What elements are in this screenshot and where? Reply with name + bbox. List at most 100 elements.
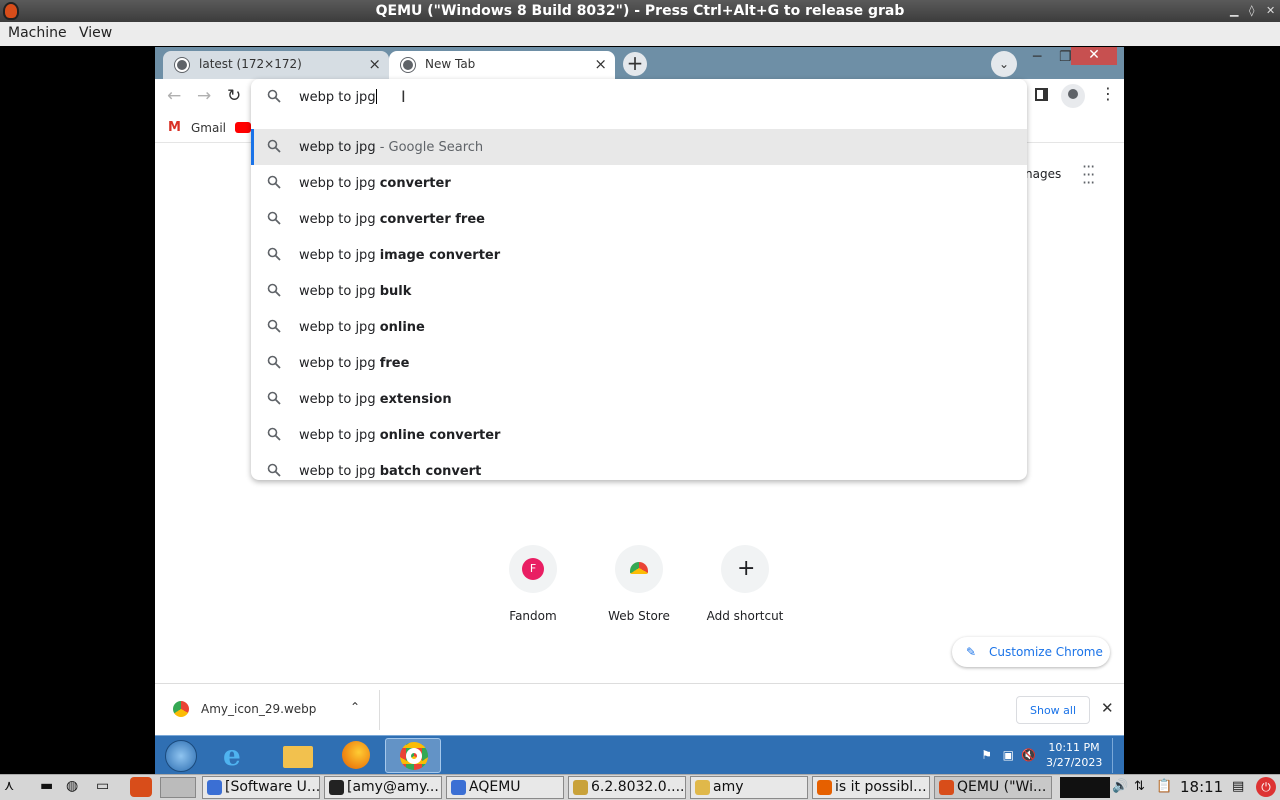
start-orb-icon[interactable] xyxy=(165,740,197,772)
plus-icon: + xyxy=(737,556,756,581)
globe-icon xyxy=(175,58,189,72)
lock-icon[interactable]: ▤ xyxy=(1232,779,1244,794)
omnibox-suggestion[interactable]: webp to jpg - Google Search xyxy=(251,129,1027,165)
back-icon[interactable]: ← xyxy=(167,86,181,106)
suggestion-text: webp to jpg image converter xyxy=(299,248,500,263)
suggestion-query: webp to jpg xyxy=(299,284,380,299)
reload-icon[interactable]: ↻ xyxy=(227,86,241,106)
omnibox-suggestion[interactable]: webp to jpg batch convert xyxy=(251,453,1027,489)
omnibox-suggestion[interactable]: webp to jpg image converter xyxy=(251,237,1027,273)
tab-latest[interactable]: latest (172×172) × xyxy=(163,51,389,79)
download-shelf: Amy_icon_29.webp ⌃ Show all ✕ xyxy=(155,683,1124,735)
suggestion-completion: free xyxy=(379,356,410,371)
window-restore-icon[interactable]: ❐ xyxy=(1059,49,1072,65)
clipboard-icon[interactable]: 📋 xyxy=(1156,779,1172,794)
suggestion-text: webp to jpg converter free xyxy=(299,212,485,227)
task-app-icon xyxy=(207,780,222,795)
omnibox-suggestion[interactable]: webp to jpg bulk xyxy=(251,273,1027,309)
close-tab-icon[interactable]: × xyxy=(368,55,381,73)
chrome-taskbar-button[interactable] xyxy=(385,738,441,773)
host-task-button[interactable]: amy xyxy=(690,776,808,799)
window-close-button[interactable]: ✕ xyxy=(1071,47,1117,65)
bookmark-gmail[interactable]: Gmail xyxy=(191,121,226,135)
shortcut-add[interactable]: + Add shortcut xyxy=(700,545,790,623)
file-manager-icon[interactable]: ▭ xyxy=(96,778,109,794)
customize-label: Customize Chrome xyxy=(989,645,1103,659)
menu-machine[interactable]: Machine xyxy=(8,25,67,41)
show-all-button[interactable]: Show all xyxy=(1016,696,1090,724)
volume-icon[interactable]: 🔊 xyxy=(1112,779,1128,794)
host-task-button[interactable]: [amy@amy... xyxy=(324,776,442,799)
suggestion-text: webp to jpg batch convert xyxy=(299,464,481,479)
restore-icon[interactable]: ◊ xyxy=(1249,0,1254,22)
launcher-icon[interactable]: ⋏ xyxy=(4,778,14,794)
globe-icon xyxy=(401,58,415,72)
guest-clock[interactable]: 10:11 PM 3/27/2023 xyxy=(1046,741,1102,769)
images-link[interactable]: nages xyxy=(1025,167,1061,181)
host-task-button[interactable]: AQEMU xyxy=(446,776,564,799)
address-input-value[interactable]: webp to jpg xyxy=(299,90,376,105)
new-tab-button[interactable]: + xyxy=(623,52,647,76)
suggestion-query: webp to jpg xyxy=(299,248,380,263)
ie-taskbar-button[interactable]: e xyxy=(209,738,265,773)
youtube-icon[interactable] xyxy=(235,122,251,133)
close-tab-icon[interactable]: × xyxy=(594,55,607,73)
ie-icon: e xyxy=(223,739,241,772)
shortcut-fandom[interactable]: F Fandom xyxy=(488,545,578,623)
host-task-button[interactable]: [Software U... xyxy=(202,776,320,799)
workspace-switcher[interactable] xyxy=(160,777,196,798)
download-filename[interactable]: Amy_icon_29.webp xyxy=(201,702,316,716)
window-minimize-icon[interactable]: ─ xyxy=(1033,49,1041,65)
shortcut-label: Web Store xyxy=(608,609,670,623)
network-icon[interactable]: ◍ xyxy=(66,778,78,794)
cpu-graph xyxy=(1060,777,1110,798)
minimize-all-icon[interactable]: ▬ xyxy=(40,778,53,794)
firefox-taskbar-button[interactable] xyxy=(327,738,383,773)
volume-muted-icon[interactable]: 🔇 xyxy=(1021,748,1036,762)
chevron-up-icon[interactable]: ⌃ xyxy=(350,700,360,714)
omnibox-suggestion[interactable]: webp to jpg online xyxy=(251,309,1027,345)
omnibox-suggestion[interactable]: webp to jpg converter free xyxy=(251,201,1027,237)
power-icon[interactable]: ⏻ xyxy=(1256,777,1276,797)
omnibox-suggestion[interactable]: webp to jpg converter xyxy=(251,165,1027,201)
search-icon xyxy=(267,139,281,157)
address-bar[interactable]: webp to jpg I xyxy=(251,79,1027,113)
chrome-icon xyxy=(400,742,428,770)
show-desktop-button[interactable] xyxy=(1112,738,1122,773)
host-task-button[interactable]: 6.2.8032.0.... xyxy=(568,776,686,799)
menu-kebab-icon[interactable]: ⋮ xyxy=(1100,84,1116,103)
flag-icon[interactable]: ⚑ xyxy=(981,748,992,762)
close-shelf-icon[interactable]: ✕ xyxy=(1101,699,1114,717)
omnibox-suggestion[interactable]: webp to jpg online converter xyxy=(251,417,1027,453)
close-icon[interactable]: ✕ xyxy=(1266,0,1275,22)
suggestion-query: webp to jpg xyxy=(299,392,380,407)
explorer-taskbar-button[interactable] xyxy=(269,738,325,773)
guest-date: 3/27/2023 xyxy=(1046,756,1103,769)
suggestion-query: webp to jpg xyxy=(299,464,380,479)
profile-avatar[interactable] xyxy=(1061,84,1085,108)
omnibox-suggestion[interactable]: webp to jpg free xyxy=(251,345,1027,381)
task-label: QEMU ("Wi... xyxy=(957,779,1047,795)
host-clock[interactable]: 18:11 xyxy=(1180,778,1223,796)
host-task-button[interactable]: is it possibl... xyxy=(812,776,930,799)
network-icon[interactable]: ▣ xyxy=(1003,748,1014,762)
forward-icon[interactable]: → xyxy=(197,86,211,106)
minimize-icon[interactable]: ▁ xyxy=(1230,0,1238,22)
host-task-button[interactable]: QEMU ("Wi... xyxy=(934,776,1052,799)
apps-grid-icon[interactable]: ··· ··· ··· xyxy=(1082,159,1095,191)
tab-new-tab[interactable]: New Tab × xyxy=(389,51,615,79)
suggestion-text: webp to jpg extension xyxy=(299,392,452,407)
qemu-launcher-icon[interactable] xyxy=(130,777,152,797)
divider xyxy=(379,690,380,730)
side-panel-icon[interactable] xyxy=(1035,88,1048,101)
shortcut-label: Fandom xyxy=(509,609,557,623)
chrome-file-icon xyxy=(173,701,189,717)
customize-chrome-button[interactable]: ✎ Customize Chrome xyxy=(952,637,1110,667)
tab-search-button[interactable]: ⌄ xyxy=(991,51,1017,77)
menu-view[interactable]: View xyxy=(79,25,112,41)
shortcut-web-store[interactable]: Web Store xyxy=(594,545,684,623)
suggestion-text: webp to jpg online xyxy=(299,320,425,335)
network-status-icon[interactable]: ⇅ xyxy=(1134,779,1145,794)
omnibox-suggestion[interactable]: webp to jpg extension xyxy=(251,381,1027,417)
omnibox-dropdown: webp to jpg I webp to jpg - Google Searc… xyxy=(251,79,1027,480)
